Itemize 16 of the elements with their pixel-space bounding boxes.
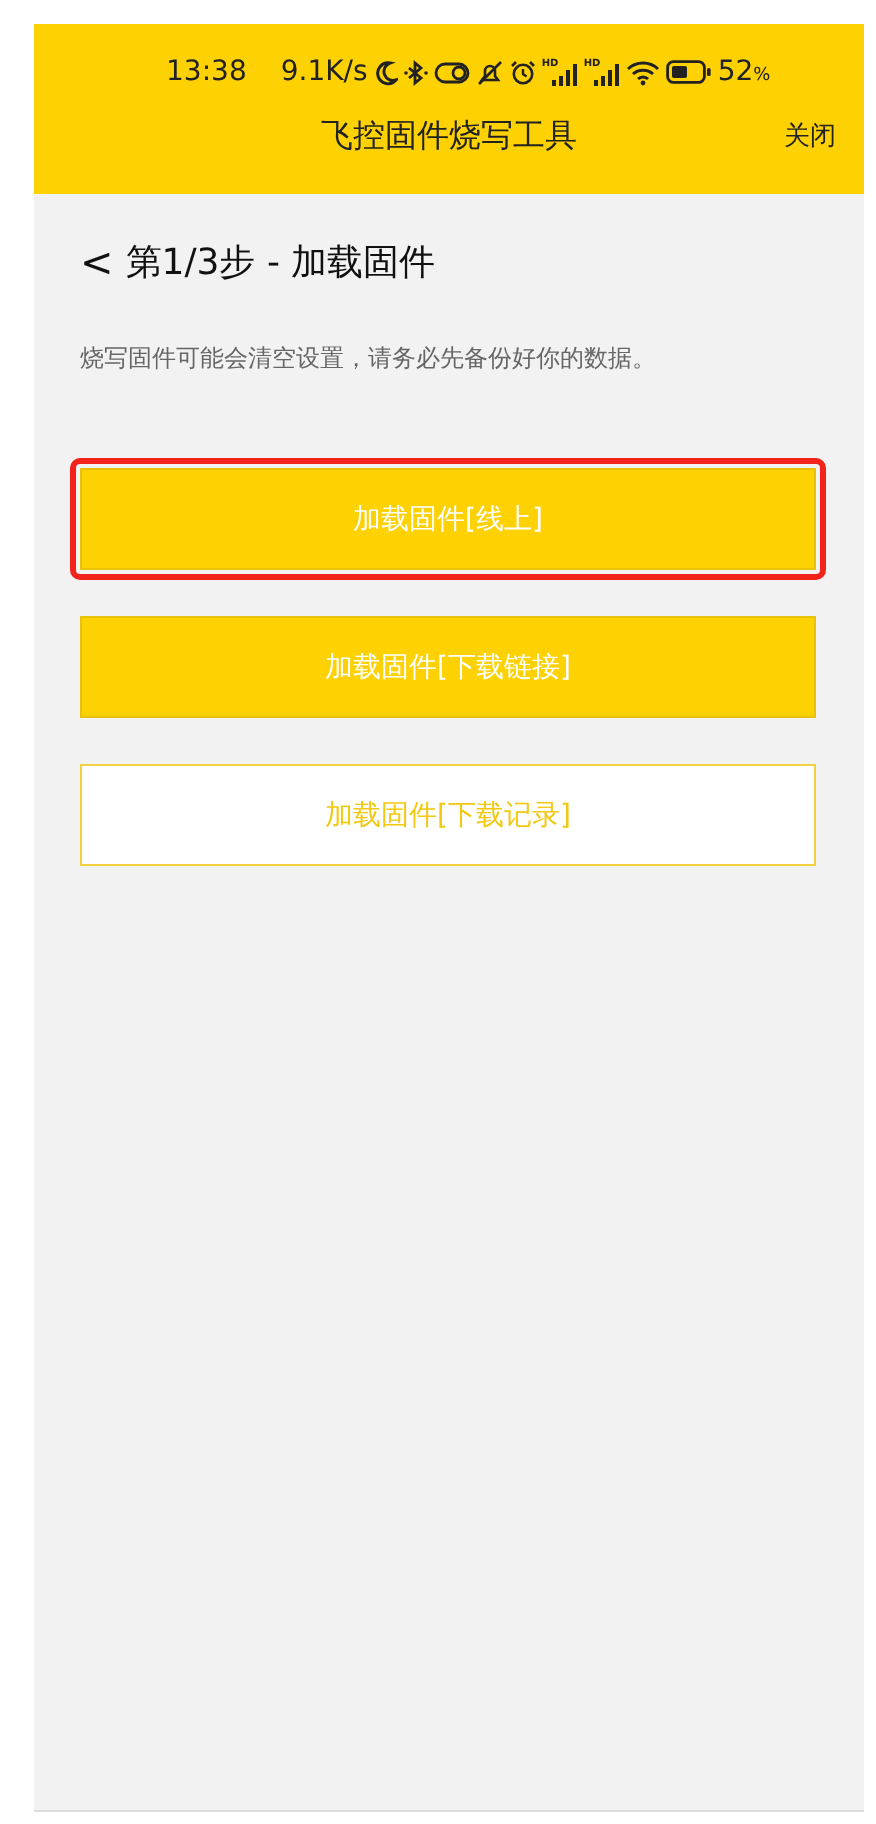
bluetooth-icon (403, 59, 428, 85)
alarm-icon (509, 59, 536, 85)
battery-percent: 52% (717, 56, 771, 88)
app-title: 飞控固件烧写工具 (321, 115, 577, 157)
wifi-icon (625, 59, 660, 85)
close-button[interactable]: 关闭 (784, 118, 836, 154)
step-title: 第1/3步 - 加载固件 (125, 240, 436, 286)
moon-icon (373, 59, 398, 85)
battery-icon (665, 60, 712, 84)
load-firmware-button[interactable]: 加载固件[线上] (70, 458, 826, 580)
network-speed: 9.1K/s (280, 56, 368, 88)
muted-bell-icon (475, 59, 504, 85)
toggle-icon (433, 61, 470, 83)
back-button[interactable]: < (80, 238, 114, 286)
status-time: 13:38 (166, 56, 247, 88)
warning-text: 烧写固件可能会清空设置，请务必先备份好你的数据。 (80, 342, 658, 376)
